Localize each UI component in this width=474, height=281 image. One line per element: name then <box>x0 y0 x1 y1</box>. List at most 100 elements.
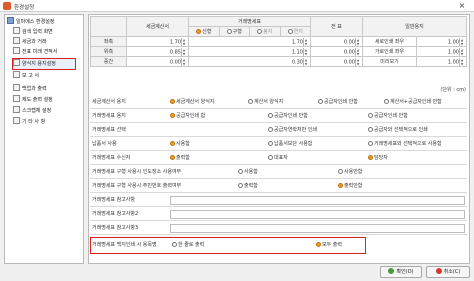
spin-icon[interactable]: ▲ ▼ <box>459 47 464 56</box>
general-input-3[interactable]: 1.00 ▲ ▼ <box>416 56 467 67</box>
option-print-supplier[interactable]: 공급자인쇄 함 <box>170 110 205 123</box>
option-recipient-print[interactable]: 출력함 <box>170 152 190 165</box>
option-selective-print[interactable]: 공급자와 선택적으로 인쇄 <box>368 124 428 137</box>
option-delivery-selective[interactable]: 거래명세표와 선택적으로 사용함 <box>368 138 442 151</box>
ok-button[interactable]: 확인(O) <box>380 266 422 278</box>
tree-item-search[interactable]: 검색 입력 화면 <box>13 27 53 37</box>
close-button[interactable]: × <box>453 1 471 11</box>
trade-type-cont[interactable]: 연지 <box>279 26 311 37</box>
option-no-print-supplier[interactable]: 공급자인쇄 안함 <box>268 110 308 123</box>
spin-icon[interactable]: ▲ ▼ <box>303 47 308 56</box>
option-no-supplier[interactable]: 공급자인쇄 안함 <box>318 96 358 109</box>
spin-icon[interactable]: ▲ ▼ <box>181 47 186 56</box>
option-invoice-form[interactable]: 계산서 양식지 <box>248 96 283 109</box>
radio-icon <box>170 155 175 160</box>
tree-item-scrap[interactable]: 스크랩체 설정 <box>13 106 51 116</box>
general-label-2: 가로인쇄 좌우 <box>362 46 417 57</box>
option-tax-form[interactable]: 세금계산서 양식지 <box>170 96 214 109</box>
page-icon <box>13 71 20 78</box>
option-recipient-manager[interactable]: 담당자 <box>368 152 388 165</box>
tax-left-input[interactable]: 1.70 ▲ ▼ <box>126 36 189 47</box>
radio-icon <box>368 113 373 118</box>
option-delivery-use[interactable]: 사용함 <box>170 138 190 151</box>
general-input-2[interactable]: 1.00 ▲ ▼ <box>416 46 467 57</box>
grid-header-general: 일반용지 <box>362 16 467 37</box>
note-row-1: 거래명세표 참고사항 <box>90 194 467 207</box>
note-input-3[interactable] <box>170 224 465 233</box>
radio-icon <box>170 113 175 118</box>
voucher-left-input[interactable]: 0.00 ▲ ▼ <box>310 36 363 47</box>
option-id-print[interactable]: 출력함 <box>238 180 258 193</box>
page-icon <box>13 117 20 124</box>
option-place-use[interactable]: 사용함 <box>238 166 258 179</box>
tree-item-etc[interactable]: 기 타 사 항 <box>13 117 45 127</box>
row-label-left: 좌측 <box>90 36 127 47</box>
spin-icon[interactable]: ▲ ▼ <box>181 57 186 66</box>
tax-top-input[interactable]: 0.85 ▲ ▼ <box>126 46 189 57</box>
grid-corner <box>90 16 127 37</box>
trade-type-new[interactable]: 신형 <box>188 26 220 37</box>
radio-icon <box>268 141 273 146</box>
voucher-middle-input[interactable]: 0.00 ▲ ▼ <box>310 56 363 67</box>
option-place-no-use[interactable]: 사용안함 <box>338 166 362 179</box>
spin-icon[interactable]: ▲ ▼ <box>355 47 360 56</box>
trade-type-bag[interactable]: 봉지 <box>249 26 281 37</box>
general-input-1[interactable]: 1.00 ▲ ▼ <box>416 36 467 47</box>
option-invoice-no-supplier[interactable]: 계산서+공급자인쇄 안함 <box>384 96 442 109</box>
setting-row-delivery: 납품서 사용 사용함 납품서보단 사용함 거래명세표와 선택적으로 사용함 <box>90 138 467 151</box>
trade-type-old[interactable]: 구형 <box>218 26 250 37</box>
setting-row-delivery-place: 거래명세표 구형 사용시 인도장소 사용여부 사용함 사용안함 <box>90 166 467 179</box>
option-contact-only[interactable]: 공급자연락처만 인쇄 <box>268 124 317 137</box>
radio-icon <box>287 29 293 34</box>
radio-icon <box>196 29 202 34</box>
trade-left-input[interactable]: 1.70 ▲ ▼ <box>188 36 311 47</box>
spin-icon[interactable]: ▲ ▼ <box>459 37 464 46</box>
grid-header-trade: 거래명세표 <box>188 16 311 27</box>
general-label-1: 세로인쇄 좌우 <box>362 36 417 47</box>
note-row-3: 거래명세표 참고사항3 <box>90 222 467 235</box>
tree-item-print[interactable]: 제도 출력 설정 <box>13 95 53 105</box>
spin-icon[interactable]: ▲ ▼ <box>355 57 360 66</box>
radio-icon <box>248 99 253 104</box>
page-icon <box>13 27 20 34</box>
app-icon <box>3 2 11 10</box>
page-icon <box>13 106 20 113</box>
spin-icon[interactable]: ▲ ▼ <box>181 37 186 46</box>
radio-icon <box>238 169 243 174</box>
tree-item-voucher[interactable]: 전표 미래 견적서 <box>13 47 57 57</box>
voucher-top-input[interactable]: 0.00 ▲ ▼ <box>310 46 363 57</box>
page-icon <box>13 47 20 54</box>
setting-row-tax-form: 세금계산서 용지 세금계산서 양식지 계산서 양식지 공급자인쇄 안함 계산서+… <box>90 96 467 109</box>
option-no-print-supplier-2[interactable]: 공급자인쇄 안함 <box>368 110 408 123</box>
option-recipient-ceo[interactable]: 대표자 <box>268 152 288 165</box>
tree-item-root[interactable]: 일마에스 환경설정 <box>7 17 54 27</box>
trade-middle-input[interactable]: 0.30 ▲ ▼ <box>188 56 311 67</box>
row-label-middle: 중간 <box>90 56 127 67</box>
unit-label: (단위 : cm) <box>440 87 466 93</box>
trade-top-input[interactable]: 1.10 ▲ ▼ <box>188 46 311 57</box>
cancel-icon <box>435 268 442 274</box>
note-input-2[interactable] <box>170 210 465 219</box>
tree-item-report[interactable]: 보 고 서 <box>13 71 39 81</box>
note-input-1[interactable] <box>170 196 465 205</box>
setting-row-id-number: 거래명세표 구형 사용시 주민번호 출력여부 출력함 출력안함 <box>90 180 467 193</box>
tree-item-form-setting[interactable]: 양식지 용지설정 <box>12 58 76 70</box>
spin-icon[interactable]: ▲ ▼ <box>355 37 360 46</box>
tree-item-tax[interactable]: 세금과 거래 <box>13 37 47 47</box>
spin-icon[interactable]: ▲ ▼ <box>459 57 464 66</box>
spin-icon[interactable]: ▲ ▼ <box>303 57 308 66</box>
page-icon <box>13 84 20 91</box>
grid-header-tax: 세금계산서 <box>126 16 189 37</box>
setting-row-trade-select: 거래명세표 선택 공급자연락처만 인쇄 공급자와 선택적으로 인쇄 <box>90 124 467 137</box>
tax-middle-input[interactable]: 0.00 ▲ ▼ <box>126 56 189 67</box>
settings-tree: 일마에스 환경설정 검색 입력 화면 세금과 거래 전표 미래 견적서 양식지 … <box>4 14 84 264</box>
radio-icon <box>170 99 175 104</box>
title-bar: 환경설정 × <box>0 0 474 12</box>
option-id-no-print[interactable]: 출력안함 <box>338 180 362 193</box>
radio-icon <box>268 127 273 132</box>
option-delivery-alt[interactable]: 납품서보단 사용함 <box>268 138 312 151</box>
tree-item-backup[interactable]: 백업과 출력 <box>13 84 47 94</box>
spin-icon[interactable]: ▲ ▼ <box>303 37 308 46</box>
cancel-button[interactable]: 취소(C) <box>426 266 470 278</box>
radio-icon <box>238 183 243 188</box>
